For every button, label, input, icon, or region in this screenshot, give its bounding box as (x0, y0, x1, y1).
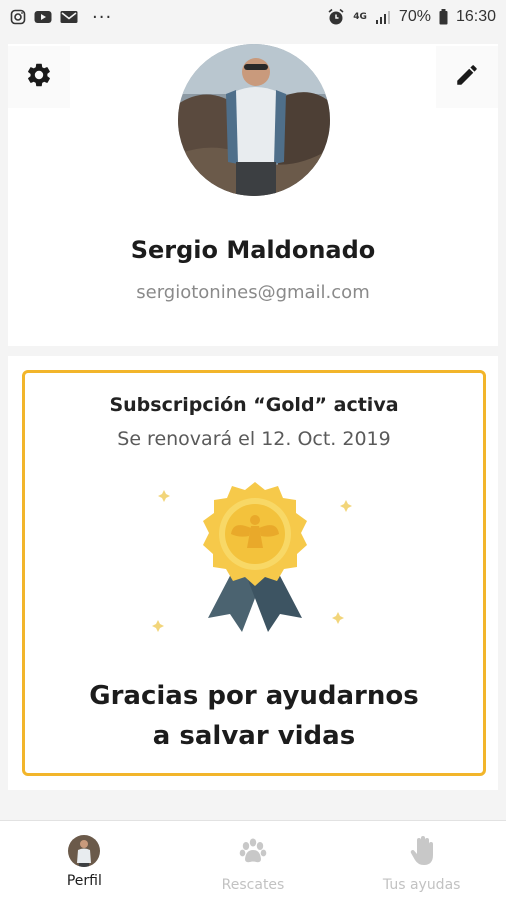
pencil-icon (454, 62, 480, 92)
profile-avatar[interactable] (178, 44, 330, 196)
status-bar: ··· 4G 70% 16:30 (0, 0, 506, 34)
nav-item-perfil[interactable]: Perfil (0, 821, 169, 900)
hand-icon (406, 835, 438, 871)
alarm-icon (327, 8, 345, 26)
nav-item-tus-ayudas[interactable]: Tus ayudas (337, 821, 506, 900)
gmail-icon (60, 10, 78, 24)
thanks-message: Gracias por ayudarnos a salvar vidas (22, 676, 486, 756)
battery-percent: 70% (398, 8, 431, 25)
nav-item-rescates[interactable]: Rescates (169, 821, 338, 900)
nav-label-perfil: Perfil (66, 873, 102, 889)
instagram-icon (10, 9, 26, 25)
profile-name: Sergio Maldonado (130, 236, 376, 264)
network-type: 4G (353, 11, 367, 22)
nav-label-rescates: Rescates (221, 877, 285, 893)
thanks-line-2: a salvar vidas (152, 721, 356, 751)
battery-icon (439, 9, 448, 25)
edit-profile-button[interactable] (436, 46, 498, 108)
avatar (68, 835, 101, 867)
clock: 16:30 (455, 8, 496, 25)
profile-email: sergiotonines@gmail.com (136, 282, 370, 303)
more-dots-icon: ··· (92, 6, 113, 28)
subscription-title: Subscripción “Gold” activa (109, 394, 399, 416)
gold-medal-icon (150, 480, 360, 650)
gear-icon (25, 61, 53, 93)
settings-button[interactable] (8, 46, 70, 108)
bottom-nav: Perfil Rescates Tus ayudas (0, 820, 506, 900)
subscription-renewal: Se renovará el 12. Oct. 2019 (117, 428, 391, 450)
paw-icon (237, 835, 269, 871)
nav-label-tus-ayudas: Tus ayudas (382, 877, 461, 893)
thanks-line-1: Gracias por ayudarnos (89, 681, 419, 711)
youtube-icon (34, 10, 52, 24)
signal-icon (375, 10, 391, 24)
